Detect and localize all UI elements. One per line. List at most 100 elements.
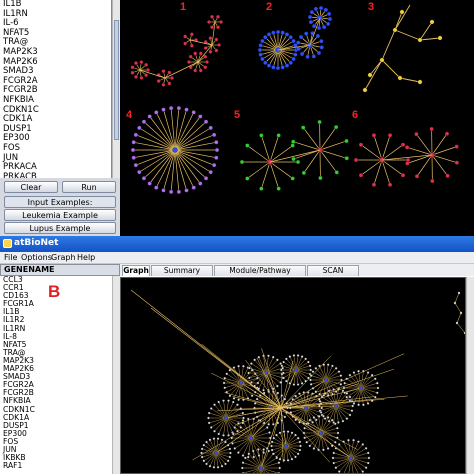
network-edge — [419, 37, 441, 41]
tab-bar: Graph Summary Report Module/Pathway Summ… — [120, 264, 474, 285]
network-node — [367, 456, 371, 460]
window-titlebar[interactable]: atBioNet — [0, 236, 474, 252]
network-node — [334, 466, 338, 470]
network-node — [220, 438, 224, 442]
network-edge — [381, 159, 391, 185]
network-node — [253, 402, 257, 405]
network-node — [284, 63, 290, 68]
network-node — [189, 32, 194, 37]
network-node — [267, 354, 270, 358]
network-node — [352, 402, 356, 405]
tab-module-pathway-summary[interactable]: Module/Pathway Summary — [214, 265, 306, 285]
clear-button[interactable]: Clear — [4, 181, 58, 193]
network-node — [198, 181, 203, 186]
network-node — [319, 411, 323, 414]
network-node — [348, 395, 352, 399]
scrollbar-thumb[interactable] — [114, 20, 119, 140]
network-node — [304, 357, 307, 361]
menu-options[interactable]: Options — [21, 253, 52, 262]
network-edge — [419, 21, 433, 41]
network-node — [288, 35, 293, 40]
network-node — [298, 440, 302, 444]
network-node — [213, 403, 216, 407]
network-node — [226, 459, 230, 463]
gene-list-item[interactable]: FOS — [0, 437, 112, 446]
network-node — [212, 465, 216, 469]
tab-summary-report[interactable]: Summary Report — [151, 265, 213, 285]
network-node — [302, 391, 306, 394]
network-node — [387, 133, 393, 138]
network-node — [214, 140, 219, 145]
network-edge — [407, 146, 433, 156]
lupus-example-button[interactable]: Lupus Example — [4, 222, 116, 234]
tab-scan-results[interactable]: SCAN Results — [307, 265, 359, 285]
menu-file[interactable]: File — [4, 253, 17, 262]
network-edge — [364, 59, 383, 91]
gene-list-scrollbar[interactable] — [112, 276, 120, 474]
network-node — [286, 458, 290, 462]
network-node — [210, 14, 214, 19]
network-edge — [333, 457, 352, 464]
network-node — [271, 355, 275, 359]
network-node — [134, 61, 138, 66]
network-edge — [225, 417, 243, 424]
network-node — [147, 181, 152, 186]
network-node — [357, 403, 360, 407]
menu-graph[interactable]: Graph — [51, 253, 76, 262]
network-node — [257, 355, 261, 359]
top-network-canvas[interactable]: 1 2 3 4 5 6 — [120, 0, 474, 236]
network-node — [371, 182, 377, 187]
leukemia-example-button[interactable]: Leukemia Example — [4, 209, 116, 221]
network-node — [290, 143, 295, 148]
network-node — [311, 420, 314, 424]
network-node — [203, 65, 208, 70]
network-node — [154, 185, 159, 190]
network-node — [291, 38, 296, 44]
gene-list[interactable]: CCL3 CCR1 CD163 FCGR1A IL1B IL1R2 IL1RN IL-8 NFA… — [0, 276, 112, 474]
network-node — [137, 125, 142, 131]
network-node — [375, 391, 379, 395]
network-node — [295, 159, 301, 165]
network-node — [454, 144, 459, 149]
network-node — [387, 182, 393, 187]
network-node — [205, 440, 208, 444]
network-edge — [224, 378, 242, 384]
gene-list-header[interactable]: GENENAME — [0, 264, 120, 276]
network-graph-canvas[interactable] — [120, 277, 466, 474]
network-edge — [202, 448, 217, 454]
network-node — [227, 434, 230, 437]
network-node — [397, 75, 403, 81]
gene-list-item[interactable]: RAF1 — [0, 462, 112, 470]
network-edge — [360, 159, 383, 176]
graph-vertical-scrollbar[interactable] — [466, 277, 474, 474]
tab-graph[interactable]: Graph — [122, 265, 150, 276]
panel-marker-b: B — [48, 282, 61, 301]
menu-help[interactable]: Help — [77, 253, 95, 262]
network-edge — [431, 146, 457, 156]
network-edge — [360, 383, 378, 389]
network-edge — [243, 467, 262, 473]
network-node — [208, 36, 213, 41]
network-node — [253, 390, 257, 394]
network-node — [359, 386, 363, 390]
network-edge — [285, 445, 300, 451]
network-node — [362, 403, 365, 407]
run-button[interactable]: Run — [62, 181, 116, 193]
network-node — [267, 449, 271, 453]
network-node — [335, 426, 339, 430]
network-node — [208, 169, 213, 175]
network-edge — [381, 159, 404, 176]
network-node — [323, 7, 328, 13]
network-node — [130, 65, 135, 70]
top-list-scrollbar[interactable] — [112, 0, 120, 178]
top-gene-list[interactable]: IL1B IL1RN IL-6 NFAT5 TRA@ MAP2K3 MAP2K6 SMAD3 F… — [0, 0, 112, 178]
network-node — [212, 437, 216, 441]
network-node — [301, 125, 306, 130]
network-node — [217, 400, 221, 404]
network-edge — [293, 149, 321, 160]
network-edge — [456, 322, 465, 334]
network-node — [203, 119, 209, 124]
network-node — [198, 51, 203, 56]
network-node — [243, 456, 247, 460]
network-edge — [269, 161, 293, 179]
